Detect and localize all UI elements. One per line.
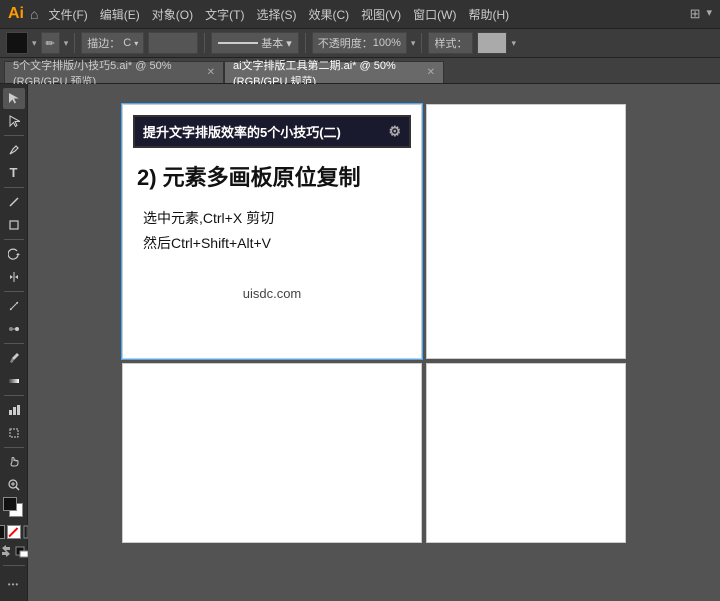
- stroke-width-input[interactable]: [148, 32, 198, 54]
- swap-colors-icon[interactable]: [0, 544, 13, 558]
- opacity-arrow[interactable]: ▾: [411, 38, 416, 49]
- line-tool[interactable]: [3, 192, 25, 213]
- style-color[interactable]: [477, 32, 507, 54]
- tool-sep-2: [4, 187, 24, 188]
- artboard-container: 提升文字排版效率的5个小技巧(二) ⚙ 2) 元素多画板原位复制 选中元素,Ct…: [122, 104, 626, 543]
- reflect-tool[interactable]: [3, 267, 25, 288]
- fill-arrow[interactable]: ▾: [32, 38, 37, 49]
- stroke-dropdown[interactable]: 描边： C ▾: [81, 32, 144, 54]
- stroke-dropdown-arrow: ▾: [134, 39, 138, 48]
- menu-effect[interactable]: 效果(C): [308, 6, 349, 23]
- main-area: T: [0, 84, 720, 601]
- default-colors-icon[interactable]: [15, 544, 29, 558]
- tab-1[interactable]: 5个文字排版/小技巧5.ai* @ 50% (RGB/GPU 预览) ✕: [4, 61, 224, 83]
- menu-file[interactable]: 文件(F): [48, 6, 87, 23]
- stroke-value: C: [123, 37, 131, 49]
- scale-tool[interactable]: [3, 296, 25, 317]
- toolbar-bottom-sep: [3, 565, 25, 566]
- expand-icon[interactable]: ▾: [706, 6, 712, 22]
- artboard-3: [122, 363, 422, 543]
- canvas-area[interactable]: 提升文字排版效率的5个小技巧(二) ⚙ 2) 元素多画板原位复制 选中元素,Ct…: [28, 84, 720, 601]
- menu-bar: 文件(F) 编辑(E) 对象(O) 文字(T) 选择(S) 效果(C) 视图(V…: [48, 6, 509, 23]
- artboard-tool[interactable]: [3, 423, 25, 444]
- artboard-banner: 提升文字排版效率的5个小技巧(二) ⚙: [133, 115, 411, 148]
- stroke-style-label: 基本: [261, 35, 283, 51]
- graph-tool[interactable]: [3, 400, 25, 421]
- stroke-style-dropdown[interactable]: 基本 ▾: [211, 32, 299, 54]
- stroke-line-preview: [218, 42, 258, 44]
- left-toolbar: T: [0, 84, 28, 601]
- eyedropper-tool[interactable]: [3, 348, 25, 369]
- artboard-body-line2: 然后Ctrl+Shift+Alt+V: [143, 231, 411, 256]
- fill-swatch[interactable]: [3, 497, 17, 511]
- menu-view[interactable]: 视图(V): [361, 6, 401, 23]
- tool-sep-7: [4, 447, 24, 448]
- stroke-style-arrow: ▾: [286, 37, 292, 50]
- artboard-body-line1: 选中元素,Ctrl+X 剪切: [143, 206, 411, 231]
- menu-help[interactable]: 帮助(H): [468, 6, 509, 23]
- separator-2: [204, 33, 205, 53]
- artboard-4: [426, 363, 626, 543]
- tool-sep-5: [4, 343, 24, 344]
- home-icon[interactable]: ⌂: [30, 6, 38, 22]
- direct-select-tool[interactable]: [3, 111, 25, 132]
- more-tools[interactable]: •••: [3, 573, 25, 595]
- opacity-label: 不透明度：: [318, 35, 373, 51]
- menu-select[interactable]: 选择(S): [256, 6, 296, 23]
- separator-4: [421, 33, 422, 53]
- opacity-value[interactable]: 100%: [373, 37, 401, 49]
- tab-2[interactable]: ai文字排版工具第二期.ai* @ 50% (RGB/GPU 规范) ✕: [224, 61, 444, 83]
- tool-sep-6: [4, 395, 24, 396]
- none-fill-icon[interactable]: [0, 525, 5, 539]
- tool-sep-4: [4, 291, 24, 292]
- menu-object[interactable]: 对象(O): [152, 6, 193, 23]
- app-logo: Ai: [8, 5, 24, 23]
- menu-text[interactable]: 文字(T): [205, 6, 244, 23]
- control-toolbar: ▾ ✏ ▾ 描边： C ▾ 基本 ▾ 不透明度： 100% ▾ 样式： ▾: [0, 28, 720, 58]
- style-arrow[interactable]: ▾: [511, 38, 516, 49]
- arrange-icon[interactable]: ⊞: [690, 6, 701, 22]
- artboard-banner-text: 提升文字排版效率的5个小技巧(二): [143, 122, 341, 141]
- menu-edit[interactable]: 编辑(E): [100, 6, 140, 23]
- tabs-bar: 5个文字排版/小技巧5.ai* @ 50% (RGB/GPU 预览) ✕ ai文…: [0, 58, 720, 84]
- pen-tool[interactable]: [3, 140, 25, 161]
- tab-1-close[interactable]: ✕: [207, 67, 215, 78]
- fill-color[interactable]: [6, 32, 28, 54]
- title-bar: Ai ⌂ 文件(F) 编辑(E) 对象(O) 文字(T) 选择(S) 效果(C)…: [0, 0, 720, 28]
- stroke-label: 描边：: [87, 35, 120, 51]
- stroke-arrow[interactable]: ▾: [64, 38, 69, 49]
- style-label: 样式：: [434, 35, 467, 51]
- artboard-1: 提升文字排版效率的5个小技巧(二) ⚙ 2) 元素多画板原位复制 选中元素,Ct…: [122, 104, 422, 359]
- tool-sep-1: [4, 135, 24, 136]
- tool-sep-3: [4, 239, 24, 240]
- opacity-box: 不透明度： 100%: [312, 32, 407, 54]
- rect-tool[interactable]: [3, 215, 25, 236]
- type-tool[interactable]: T: [3, 163, 25, 184]
- zoom-tool[interactable]: [3, 475, 25, 496]
- blend-tool[interactable]: [3, 319, 25, 340]
- stroke-icon[interactable]: ✏: [41, 32, 60, 54]
- artboard-heading: 2) 元素多画板原位复制: [133, 160, 411, 192]
- separator-3: [305, 33, 306, 53]
- artboard-body: 选中元素,Ctrl+X 剪切 然后Ctrl+Shift+Alt+V: [133, 206, 411, 256]
- tab-2-close[interactable]: ✕: [427, 67, 435, 78]
- menu-window[interactable]: 窗口(W): [413, 6, 456, 23]
- artboard-2: [426, 104, 626, 359]
- artboard-footer: uisdc.com: [133, 286, 411, 301]
- select-tool[interactable]: [3, 88, 25, 109]
- hand-tool[interactable]: [3, 452, 25, 473]
- no-color-icon[interactable]: [7, 525, 21, 539]
- style-box: 样式：: [428, 32, 473, 54]
- fill-stroke-swatches[interactable]: [3, 497, 25, 519]
- gradient-tool[interactable]: [3, 371, 25, 392]
- artboard-banner-icon: ⚙: [388, 123, 401, 140]
- separator-1: [74, 33, 75, 53]
- rotate-tool[interactable]: [3, 244, 25, 265]
